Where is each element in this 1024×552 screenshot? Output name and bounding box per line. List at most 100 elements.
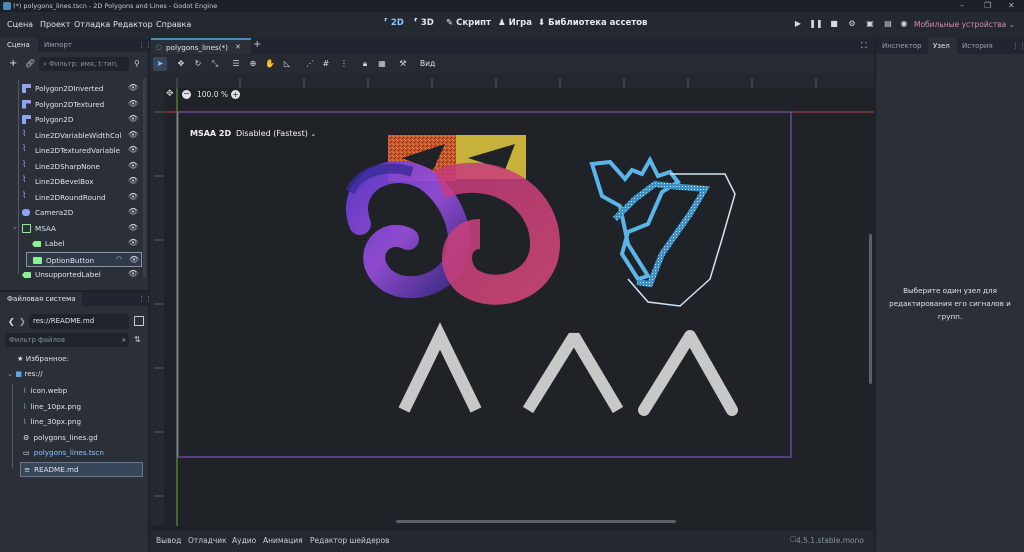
add-tab-icon[interactable]: + (253, 39, 261, 50)
signal-icon[interactable]: ◠ (116, 255, 122, 263)
scene-filter-input[interactable]: ⌕ Фильтр: имя, t:тип, (39, 57, 129, 71)
play-custom-icon[interactable]: ▤ (881, 17, 895, 31)
workspace-2d-button[interactable]: ⸢ 2D (384, 18, 404, 28)
fs-filter-input[interactable]: Фильтр файлов (5, 333, 129, 347)
close-tab-icon[interactable]: ✕ (235, 43, 241, 51)
menu-editor[interactable]: Редактор (113, 20, 153, 29)
fs-path-input[interactable]: res://README.md (29, 314, 129, 329)
pan-tool-icon[interactable]: ✋ (263, 57, 277, 71)
distraction-free-icon[interactable]: ⛶ (861, 41, 867, 51)
pan-handle-icon[interactable]: ✥ (166, 89, 174, 99)
file-item[interactable]: ≡ README.md (20, 461, 143, 477)
workspace-3d-button[interactable]: ⸢ 3D (414, 18, 434, 28)
sort-icon[interactable]: ⇅ (134, 335, 141, 344)
scene-node-label[interactable]: Label 👁︎ (0, 236, 142, 251)
tab-filesystem[interactable]: Файловая система (0, 292, 82, 306)
rotate-tool-icon[interactable]: ↻ (191, 57, 205, 71)
scene-tree-scrollbar[interactable] (143, 78, 146, 278)
split-view-icon[interactable] (134, 316, 144, 326)
scene-node-optionbutton[interactable]: OptionButton ◠ 👁︎ (26, 251, 142, 267)
zoom-level[interactable]: 100.0 % (197, 90, 228, 99)
menu-project[interactable]: Проект (40, 20, 70, 29)
visibility-eye-icon[interactable]: 👁︎ (128, 145, 138, 154)
pause-icon[interactable]: ❚❚ (809, 17, 823, 31)
file-item[interactable]: ⌇ line_30px.png (20, 415, 143, 430)
visibility-eye-icon[interactable]: 👁︎ (128, 192, 138, 201)
dock-menu-icon[interactable]: ⋮⋮ (1012, 42, 1024, 50)
visibility-eye-icon[interactable]: 👁︎ (128, 99, 138, 108)
scene-node-line2dvariablewidthcol[interactable]: ⌇ Line2DVariableWidthCol 👁︎ (0, 128, 142, 143)
visibility-eye-icon[interactable]: 👁︎ (128, 223, 138, 232)
smart-snap-icon[interactable]: ⋰ (303, 57, 317, 71)
scene-node-line2dbevelbox[interactable]: ⌇ Line2DBevelBox 👁︎ (0, 174, 142, 189)
visibility-eye-icon[interactable]: 👁︎ (128, 161, 138, 170)
scale-tool-icon[interactable]: ⤡ (208, 57, 222, 71)
bottom-tab-output[interactable]: Вывод (156, 536, 181, 545)
back-icon[interactable]: ❮ (8, 317, 15, 326)
select-tool-icon[interactable]: ➤ (153, 57, 167, 71)
ruler-tool-icon[interactable]: ◺ (280, 57, 294, 71)
workspace-script-button[interactable]: ✎ Скрипт (446, 18, 491, 28)
stop-icon[interactable]: ■ (827, 17, 841, 31)
filter-options-icon[interactable]: ⚲ (134, 59, 140, 68)
menu-debug[interactable]: Отладка (74, 20, 110, 29)
tab-import[interactable]: Импорт (44, 38, 72, 52)
visibility-eye-icon[interactable]: 👁︎ (128, 130, 138, 139)
file-item[interactable]: ⌇ icon.webp (20, 384, 143, 399)
snap-options-icon[interactable]: ⋮ (337, 57, 351, 71)
zoom-out-icon[interactable]: − (182, 90, 191, 99)
copy-icon[interactable]: ▢ (790, 535, 797, 543)
view-menu[interactable]: Вид (420, 59, 435, 68)
scene-node-line2droundround[interactable]: ⌇ Line2DRoundRound 👁︎ (0, 190, 142, 205)
play-scene-icon[interactable]: ▣ (863, 17, 877, 31)
workspace-assetlib-button[interactable]: ⬇ Библиотека ассетов (538, 18, 647, 28)
scene-node-line2dsharpnone[interactable]: ⌇ Line2DSharpNone 👁︎ (0, 159, 142, 174)
list-select-icon[interactable]: ☰ (229, 57, 243, 71)
forward-icon[interactable]: ❯ (19, 317, 26, 326)
minimize-icon[interactable]: – (960, 1, 964, 10)
file-item[interactable]: ⚙ polygons_lines.gd (20, 431, 143, 446)
visibility-eye-icon[interactable]: 👁︎ (128, 114, 138, 123)
bottom-tab-shader-editor[interactable]: Редактор шейдеров (310, 536, 389, 545)
menu-help[interactable]: Справка (156, 20, 191, 29)
chevron-down-icon[interactable]: ⌄ (12, 223, 18, 231)
tab-scene[interactable]: Сцена (0, 38, 38, 52)
scene-node-msaa[interactable]: ⌄ MSAA 👁︎ (0, 221, 142, 236)
link-icon[interactable]: 🔗︎ (25, 59, 35, 68)
bottom-tab-debugger[interactable]: Отладчик (188, 536, 227, 545)
movie-maker-icon[interactable]: ◉ (897, 17, 911, 31)
zoom-in-icon[interactable]: + (231, 90, 240, 99)
restore-icon[interactable]: ❐ (984, 1, 991, 10)
play-icon[interactable]: ▶ (791, 17, 805, 31)
bottom-tab-audio[interactable]: Аудио (232, 536, 256, 545)
bottom-tab-animation[interactable]: Анимация (263, 536, 303, 545)
visibility-eye-icon[interactable]: 👁︎ (128, 176, 138, 185)
scene-node-unsupportedlabel[interactable]: UnsupportedLabel 👁︎ (0, 267, 142, 282)
scene-tab-polygons-lines[interactable]: ◌ polygons_lines(*) ✕ (151, 38, 251, 54)
tab-node[interactable]: Узел (928, 38, 957, 54)
close-icon[interactable]: ✕ (1008, 1, 1015, 10)
workspace-game-button[interactable]: ♟ Игра (498, 18, 532, 28)
add-node-icon[interactable]: + (9, 58, 17, 69)
scene-node-camera2d[interactable]: Camera2D 👁︎ (0, 205, 142, 220)
visibility-eye-icon[interactable]: 👁︎ (128, 83, 138, 92)
renderer-select[interactable]: Мобильные устройства ⌄ (914, 20, 1015, 29)
bone-icon[interactable]: ⚒ (396, 57, 410, 71)
viewport-2d[interactable]: ✥ − 100.0 % + MSAA 2D Disabled (Fastest)… (150, 74, 874, 526)
scene-node-polygon2dtextured[interactable]: Polygon2DTextured 👁︎ (0, 97, 142, 112)
visibility-eye-icon[interactable]: 👁︎ (129, 255, 139, 264)
res-root-item[interactable]: ⌄ ■ res:// (7, 369, 43, 384)
lock-icon[interactable]: 🔒︎ (358, 57, 372, 71)
visibility-eye-icon[interactable]: 👁︎ (128, 269, 138, 278)
scene-node-polygon2d[interactable]: Polygon2D 👁︎ (0, 112, 142, 127)
visibility-eye-icon[interactable]: 👁︎ (128, 238, 138, 247)
move-tool-icon[interactable]: ✥ (174, 57, 188, 71)
scene-node-line2dtexturedvariable[interactable]: ⌇ Line2DTexturedVariable 👁︎ (0, 143, 142, 158)
scene-node-polygon2dinverted[interactable]: Polygon2DInverted 👁︎ (0, 81, 142, 96)
file-item[interactable]: ▭ polygons_lines.tscn (20, 446, 143, 461)
grid-snap-icon[interactable]: # (319, 57, 333, 71)
remote-debug-icon[interactable]: ⚙ (845, 17, 859, 31)
favorites-item[interactable]: ★ Избранное: (17, 354, 69, 369)
visibility-eye-icon[interactable]: 👁︎ (128, 207, 138, 216)
tab-history[interactable]: История (962, 39, 993, 50)
